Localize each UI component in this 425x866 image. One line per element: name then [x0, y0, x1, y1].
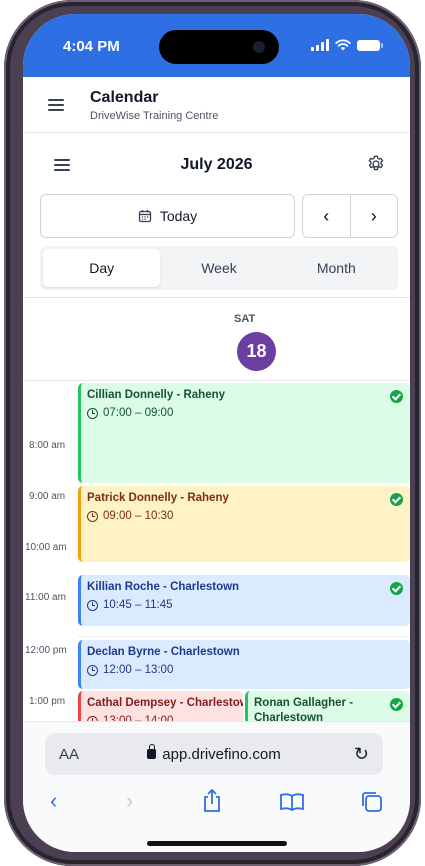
month-title: July 2026 [180, 156, 253, 173]
phone-frame: 4:04 PM Calendar DriveWise Training Cent… [4, 0, 421, 866]
event-time: 10:45 – 11:45 [103, 599, 173, 611]
view-tabs: Day Week Month [40, 246, 398, 290]
gear-icon[interactable] [366, 154, 386, 174]
event-card[interactable]: Ronan Gallagher - Charlestown [245, 691, 410, 721]
forward-icon[interactable]: › [126, 788, 133, 814]
status-bar: 4:04 PM [23, 14, 410, 77]
browser-toolbar: AA app.drivefino.com ↻ ‹ › [23, 721, 410, 852]
event-title: Killian Roche - Charlestown [87, 581, 240, 593]
status-time: 4:04 PM [63, 38, 120, 55]
share-icon[interactable] [201, 788, 223, 814]
today-label: Today [159, 208, 198, 224]
hour-label: 8:00 am [29, 440, 66, 451]
event-title: Declan Byrne - Charlestown [87, 646, 240, 658]
check-circle-icon [390, 698, 403, 711]
home-indicator [147, 841, 287, 846]
chevron-left-icon: ‹ [323, 205, 330, 226]
prev-button[interactable]: ‹ [303, 195, 351, 237]
date-nav: ‹ › [302, 194, 398, 238]
battery-icon [357, 39, 383, 51]
menu-icon[interactable] [48, 99, 64, 111]
chevron-right-icon: › [370, 205, 377, 226]
hour-label: 1:00 pm [29, 696, 66, 707]
divider [23, 297, 410, 298]
url-text: app.drivefino.com [162, 745, 281, 763]
hour-line [77, 636, 410, 637]
reload-icon[interactable]: ↻ [354, 744, 369, 765]
calendar-icon [138, 210, 151, 223]
event-title: Cillian Donnelly - Raheny [87, 389, 226, 401]
phone-screen: 4:04 PM Calendar DriveWise Training Cent… [23, 14, 410, 852]
page-title: Calendar [90, 89, 159, 106]
tabs-icon[interactable] [360, 790, 384, 814]
clock-icon [87, 510, 98, 522]
tab-day[interactable]: Day [43, 249, 161, 287]
time-grid: 8:00 am 9:00 am 10:00 am 11:00 am 12:00 … [23, 381, 410, 721]
page-subtitle: DriveWise Training Centre [90, 110, 219, 122]
lock-icon [147, 744, 157, 759]
wifi-icon [335, 39, 351, 51]
address-bar[interactable]: AA app.drivefino.com ↻ [45, 733, 383, 775]
hour-label: 9:00 am [29, 491, 66, 502]
signal-icon [311, 39, 329, 51]
clock-icon [87, 599, 98, 611]
event-card[interactable]: Declan Byrne - Charlestown 12:00 – 13:00 [78, 640, 410, 689]
clock-icon [87, 664, 98, 676]
event-title: Patrick Donnelly - Raheny [87, 492, 229, 504]
check-circle-icon [390, 390, 403, 403]
day-name: SAT [234, 313, 256, 325]
check-circle-icon [390, 582, 403, 595]
tab-week[interactable]: Week [160, 249, 277, 287]
app-header: Calendar DriveWise Training Centre [23, 77, 410, 133]
event-card[interactable]: Cathal Dempsey - Charlestown 13:00 – 14:… [78, 691, 243, 721]
event-title: Ronan Gallagher - Charlestown [254, 697, 354, 721]
dynamic-island [159, 30, 279, 64]
event-time: 13:00 – 14:00 [103, 715, 174, 721]
browser-nav: ‹ › [23, 788, 410, 818]
tab-month[interactable]: Month [278, 249, 395, 287]
event-time: 07:00 – 09:00 [103, 407, 174, 419]
back-icon[interactable]: ‹ [50, 788, 57, 814]
check-circle-icon [390, 493, 403, 506]
next-button[interactable]: › [351, 195, 398, 237]
hour-label: 12:00 pm [25, 645, 67, 656]
clock-icon [87, 407, 98, 419]
status-icons [311, 39, 383, 51]
event-time: 12:00 – 13:00 [103, 664, 174, 676]
event-card[interactable]: Killian Roche - Charlestown 10:45 – 11:4… [78, 575, 410, 626]
today-button[interactable]: Today [40, 194, 295, 238]
event-card[interactable]: Patrick Donnelly - Raheny 09:00 – 10:30 [78, 486, 410, 562]
camera-icon [253, 41, 265, 53]
event-card[interactable]: Cillian Donnelly - Raheny 07:00 – 09:00 [78, 383, 410, 483]
day-number-badge[interactable]: 18 [237, 332, 276, 371]
url-display[interactable]: app.drivefino.com [45, 744, 383, 763]
event-title: Cathal Dempsey - Charlestown [87, 697, 243, 709]
bookmarks-icon[interactable] [279, 792, 305, 812]
hour-label: 10:00 am [25, 542, 67, 553]
event-time: 09:00 – 10:30 [103, 510, 174, 522]
hour-label: 11:00 am [25, 592, 66, 603]
